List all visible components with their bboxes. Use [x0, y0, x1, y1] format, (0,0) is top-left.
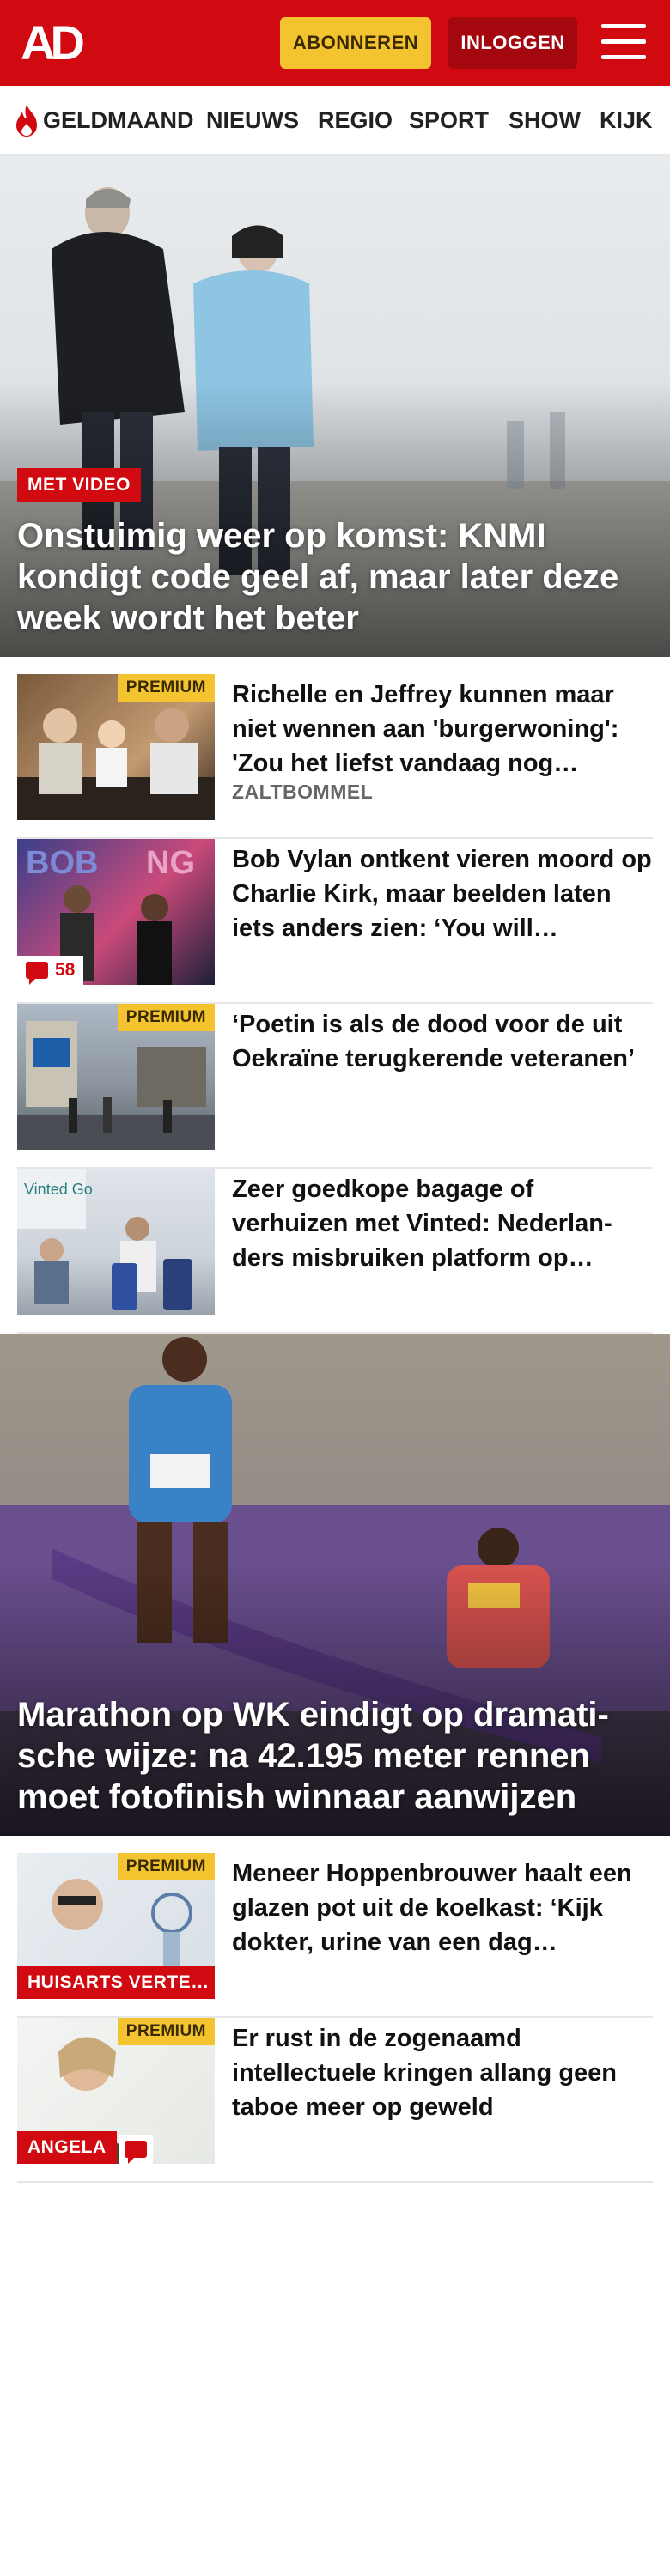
comment-icon: [125, 2141, 147, 2164]
column-label-text: ANGELA: [27, 2137, 107, 2157]
premium-badge: PREMIUM: [117, 2018, 215, 2045]
column-label: ANGELA: [17, 2131, 117, 2164]
article-item[interactable]: Vinted Go Zeer goedkope bagage of verhui…: [17, 1169, 653, 1334]
flame-icon: [16, 105, 37, 137]
nav-item-kijk[interactable]: KIJK: [600, 105, 653, 136]
comment-icon: [26, 962, 48, 985]
hero-article-weather[interactable]: MET VIDEO Onstuimig weer op komst: KNMI …: [0, 155, 670, 657]
comment-count: [119, 2135, 153, 2164]
subscribe-button[interactable]: ABONNEREN: [280, 17, 431, 69]
article-title[interactable]: Meneer Hoppenbrouwer haalt een glazen po…: [232, 1856, 653, 1959]
article-thumbnail: Vinted Go: [17, 1169, 215, 1315]
nav-item-nieuws[interactable]: NIEUWS: [206, 105, 299, 136]
column-label: HUISARTS VERTE…: [17, 1966, 215, 1999]
article-item[interactable]: PREMIUM ‘Poetin is als de dood voor de u…: [17, 1004, 653, 1169]
menu-icon[interactable]: [601, 22, 646, 62]
article-thumbnail: PREMIUM HUISARTS VERTE…: [17, 1853, 215, 1999]
nav-item-geldmaand[interactable]: GELDMAAND: [43, 105, 194, 136]
nav-item-sport[interactable]: SPORT: [409, 105, 489, 136]
article-thumbnail: PREMIUM ANGELA: [17, 2018, 215, 2164]
hero-article-marathon[interactable]: Marathon op WK eindigt op dramati-sche w…: [0, 1334, 670, 1836]
article-thumbnail: BOB NG 58: [17, 839, 215, 985]
section-nav: GELDMAAND NIEUWS REGIO SPORT SHOW KIJK: [0, 86, 670, 155]
nav-item-show[interactable]: SHOW: [509, 105, 581, 136]
article-title[interactable]: Er rust in de zogenaamd intellectuele kr…: [232, 2021, 653, 2124]
premium-badge: PREMIUM: [117, 1853, 215, 1880]
comment-count-value: 58: [55, 960, 76, 980]
top-bar: AD ABONNEREN INLOGGEN: [0, 0, 670, 86]
ad-logo[interactable]: AD: [21, 19, 85, 67]
nav-item-regio[interactable]: REGIO: [318, 105, 393, 136]
article-title[interactable]: Richelle en Jeffrey kunnen maar niet wen…: [232, 677, 653, 781]
login-button[interactable]: INLOGGEN: [448, 17, 577, 69]
article-thumbnail: PREMIUM: [17, 1004, 215, 1150]
article-title[interactable]: Zeer goedkope bagage of verhuizen met Vi…: [232, 1172, 653, 1275]
svg-text:BOB: BOB: [26, 845, 98, 881]
comment-count: 58: [17, 956, 84, 985]
video-badge: MET VIDEO: [17, 468, 142, 502]
svg-text:NG: NG: [146, 845, 195, 881]
article-location: ZALTBOMMEL: [232, 781, 374, 803]
hero-title[interactable]: Onstuimig weer op komst: KNMI kondigt co…: [17, 515, 653, 639]
article-item[interactable]: BOB NG 58 Bob Vylan ontkent vieren moord…: [17, 839, 653, 1004]
article-title[interactable]: ‘Poetin is als de dood voor de uit Oekra…: [232, 1007, 653, 1076]
article-thumbnail: PREMIUM: [17, 674, 215, 820]
article-item[interactable]: PREMIUM ANGELA Er rust in de zogenaamd i…: [17, 2018, 653, 2183]
article-title[interactable]: Bob Vylan ontkent vieren moord op Charli…: [232, 842, 653, 945]
premium-badge: PREMIUM: [117, 674, 215, 702]
svg-text:Vinted Go: Vinted Go: [24, 1181, 93, 1198]
article-item[interactable]: PREMIUM HUISARTS VERTE… Meneer Hoppenbro…: [17, 1853, 653, 2018]
premium-badge: PREMIUM: [117, 1004, 215, 1031]
article-item[interactable]: PREMIUM Richelle en Jeffrey kunnen maar …: [17, 674, 653, 839]
hero-title[interactable]: Marathon op WK eindigt op dramati-sche w…: [17, 1694, 653, 1818]
